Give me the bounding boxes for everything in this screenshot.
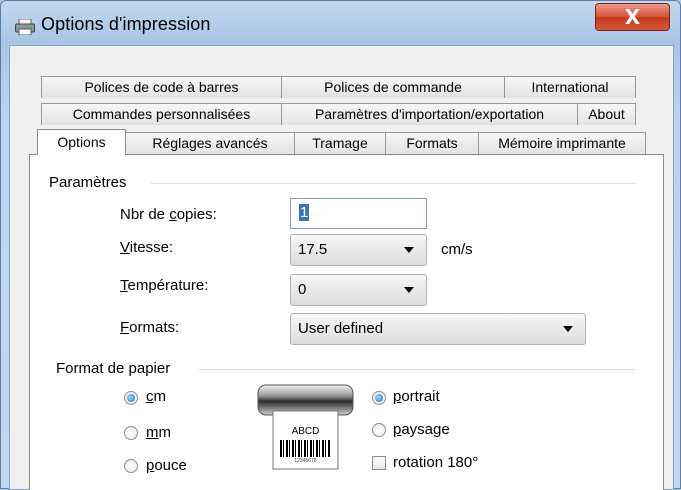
tab-reglages-avances[interactable]: Réglages avancés bbox=[125, 132, 295, 154]
unit-cm-radio[interactable] bbox=[124, 391, 138, 405]
close-icon: X bbox=[624, 5, 641, 29]
unit-cm-text: m bbox=[153, 388, 167, 405]
tab-about[interactable]: About bbox=[577, 103, 636, 125]
tab-label: Commandes personnalisées bbox=[72, 106, 251, 122]
paysage-radio[interactable] bbox=[372, 423, 386, 437]
formats-label-accel: F bbox=[120, 319, 130, 336]
unit-pouce-label[interactable]: pouce bbox=[146, 457, 187, 474]
tab-parametres-import-export[interactable]: Paramètres d'importation/exportation bbox=[281, 103, 578, 125]
formats-label-text: ormats: bbox=[129, 319, 180, 336]
portrait-label[interactable]: portrait bbox=[393, 388, 440, 405]
unit-mm-accel: m bbox=[146, 424, 159, 441]
tab-international[interactable]: International bbox=[504, 76, 636, 98]
tab-polices-commande[interactable]: Polices de commande bbox=[281, 76, 505, 98]
unit-mm-radio[interactable] bbox=[124, 426, 138, 440]
dialog-window: Options d'impression X Polices de code à… bbox=[0, 0, 681, 490]
formats-value: User defined bbox=[298, 320, 384, 337]
tab-label: Paramètres d'importation/exportation bbox=[314, 106, 545, 122]
portrait-text: ortrait bbox=[401, 388, 440, 405]
tab-label: Options bbox=[57, 134, 106, 150]
formats-dropdown[interactable]: User defined bbox=[290, 313, 586, 345]
unit-mm-label[interactable]: mm bbox=[146, 424, 171, 441]
vitesse-value: 17.5 bbox=[298, 241, 328, 258]
barcode-icon bbox=[280, 440, 331, 457]
copies-field[interactable]: 1 bbox=[290, 198, 427, 229]
chevron-down-icon bbox=[404, 247, 414, 253]
label-roll-preview: ABCD 12345678 bbox=[257, 381, 354, 471]
portrait-radio[interactable] bbox=[372, 391, 386, 405]
vitesse-unit: cm/s bbox=[441, 241, 473, 258]
tab-commandes-personnalisees[interactable]: Commandes personnalisées bbox=[41, 103, 282, 125]
window-title: Options d'impression bbox=[41, 14, 211, 34]
temperature-label-text: empérature: bbox=[127, 277, 209, 294]
tab-label: Polices de code à barres bbox=[84, 79, 239, 95]
copies-label-text: Nbr de bbox=[120, 206, 170, 223]
tab-tramage[interactable]: Tramage bbox=[294, 132, 386, 154]
tab-polices-code-barres[interactable]: Polices de code à barres bbox=[41, 76, 282, 98]
temperature-value: 0 bbox=[298, 281, 307, 298]
paysage-text: aysage bbox=[401, 421, 450, 438]
vitesse-label: Vitesse: bbox=[120, 239, 173, 256]
copies-label-text: opies: bbox=[176, 206, 217, 223]
chevron-down-icon bbox=[563, 326, 573, 332]
tab-formats[interactable]: Formats bbox=[385, 132, 479, 154]
rotation-checkbox[interactable] bbox=[372, 456, 386, 470]
tab-label: About bbox=[588, 106, 625, 122]
vitesse-label-accel: V bbox=[120, 239, 130, 256]
temperature-label-accel: T bbox=[120, 277, 128, 294]
vitesse-label-text: itesse: bbox=[129, 239, 174, 256]
parametres-group-label: Paramètres bbox=[49, 174, 127, 191]
vitesse-dropdown[interactable]: 17.5 bbox=[290, 234, 427, 266]
parametres-group-divider bbox=[151, 183, 636, 184]
paysage-label[interactable]: paysage bbox=[393, 421, 450, 438]
formats-label: Formats: bbox=[120, 319, 179, 336]
tab-memoire-imprimante[interactable]: Mémoire imprimante bbox=[478, 132, 646, 154]
unit-cm-accel: c bbox=[146, 388, 154, 405]
rotation-label[interactable]: rotation 180° bbox=[393, 454, 478, 471]
unit-cm-label[interactable]: cm bbox=[146, 388, 166, 405]
temperature-dropdown[interactable]: 0 bbox=[290, 274, 427, 306]
temperature-label: Température: bbox=[120, 277, 208, 294]
label-preview-text: ABCD bbox=[291, 426, 320, 437]
format-papier-group-label: Format de papier bbox=[56, 360, 171, 377]
close-button[interactable]: X bbox=[595, 3, 670, 31]
unit-mm-text: m bbox=[158, 424, 172, 441]
tab-label: Polices de commande bbox=[324, 79, 462, 95]
tab-label: Tramage bbox=[312, 135, 368, 151]
copies-label-accel: c bbox=[169, 206, 177, 223]
copies-value: 1 bbox=[299, 204, 310, 221]
chevron-down-icon bbox=[404, 287, 414, 293]
tab-options[interactable]: Options bbox=[37, 129, 126, 155]
copies-label: Nbr de copies: bbox=[120, 206, 217, 223]
format-papier-group-divider bbox=[199, 369, 636, 370]
printer-icon bbox=[15, 19, 35, 35]
tab-label: Formats bbox=[406, 135, 458, 151]
unit-pouce-text: ouce bbox=[154, 457, 187, 474]
tab-label: Réglages avancés bbox=[152, 135, 268, 151]
tab-label: International bbox=[531, 79, 609, 95]
unit-pouce-radio[interactable] bbox=[124, 459, 138, 473]
title-bar[interactable]: Options d'impression X bbox=[1, 1, 681, 45]
barcode-number: 12345678 bbox=[294, 458, 317, 464]
tab-label: Mémoire imprimante bbox=[498, 135, 626, 151]
